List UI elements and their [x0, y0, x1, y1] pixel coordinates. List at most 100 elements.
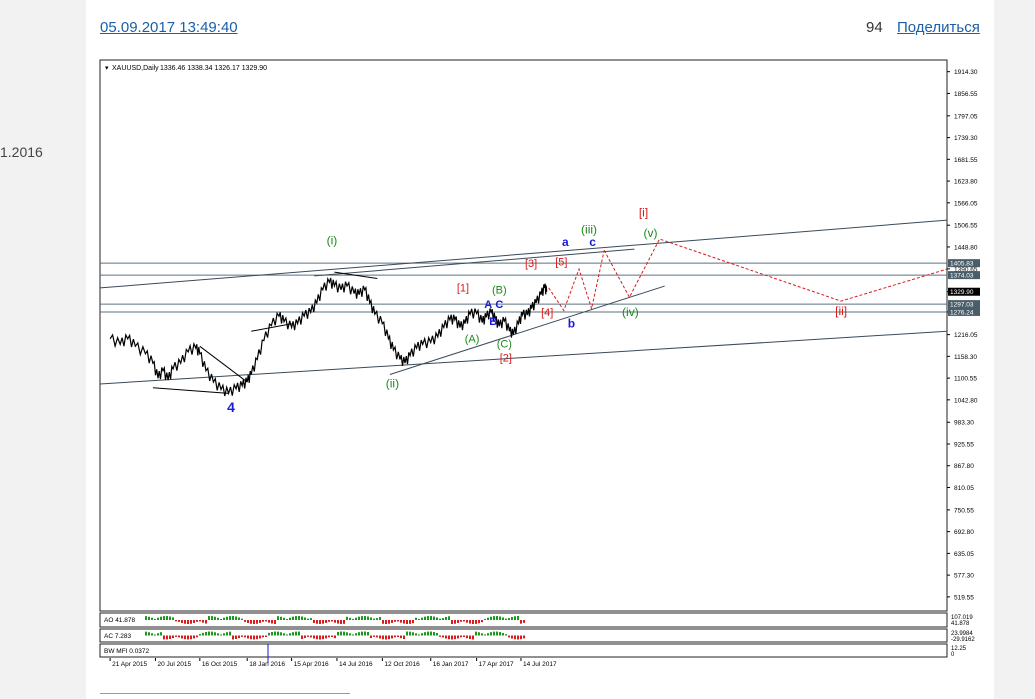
indicator-bar — [265, 620, 267, 622]
indicator-bar — [217, 633, 219, 636]
indicator-bar — [310, 635, 312, 638]
indicator-bar — [319, 635, 321, 640]
indicator-bar — [190, 620, 192, 624]
indicator-bar — [289, 633, 291, 636]
indicator-bar — [166, 635, 168, 640]
y-tick-label: 1623.80 — [954, 179, 978, 186]
indicator-bar — [457, 620, 459, 623]
indicator-bar — [520, 635, 522, 640]
indicator-bar — [283, 617, 285, 620]
indicator-bar — [454, 635, 456, 640]
level-tag-label: 1297.03 — [950, 302, 974, 309]
indicator-bar — [352, 618, 354, 620]
indicator-bar — [262, 635, 264, 638]
x-tick-label: 14 Jul 2016 — [339, 661, 373, 668]
indicator-bar — [358, 616, 360, 620]
indicator-bar — [151, 633, 153, 636]
indicator-bar — [412, 632, 414, 636]
indicator-bar — [202, 620, 204, 623]
indicator-bar — [253, 635, 255, 640]
indicator-bar — [409, 631, 411, 636]
indicator-bar — [166, 616, 168, 620]
x-tick-label: 20 Jul 2015 — [157, 661, 191, 668]
indicator-bar — [361, 631, 363, 636]
indicator-bar — [238, 635, 240, 639]
indicator-bar — [430, 631, 432, 636]
indicator-bar — [433, 616, 435, 620]
indicator-bar — [388, 620, 390, 624]
indicator-bar — [196, 620, 198, 622]
x-tick-label: 16 Jan 2017 — [433, 661, 469, 668]
indicator-bar — [187, 635, 189, 640]
indicator-bar — [361, 616, 363, 620]
indicator-bar — [484, 618, 486, 620]
indicator-bar — [304, 635, 306, 639]
x-tick-label: 14 Jul 2017 — [523, 661, 557, 668]
level-tag-label: 1276.24 — [950, 309, 974, 316]
indicator-bar — [193, 620, 195, 623]
wave-label: [ii] — [835, 304, 847, 318]
indicator-bar — [397, 620, 399, 622]
indicator-bar — [412, 620, 414, 624]
x-tick-label: 15 Apr 2016 — [294, 661, 329, 668]
indicator-bar — [247, 620, 249, 623]
indicator-bar — [445, 616, 447, 620]
indicator-bar — [193, 635, 195, 639]
indicator-bar — [499, 616, 501, 620]
indicator-bar — [238, 617, 240, 620]
indicator-label: AC 7.283 — [104, 633, 131, 640]
indicator-bar — [490, 632, 492, 636]
indicator-bar — [421, 617, 423, 620]
indicator-bar — [403, 620, 405, 624]
indicator-scale-mid: 41.878 — [951, 621, 970, 627]
indicator-bar — [517, 635, 519, 640]
indicator-bar — [442, 635, 444, 638]
indicator-bar — [394, 620, 396, 622]
chart-title: XAUUSD,Daily — [112, 65, 159, 72]
indicator-bar — [322, 620, 324, 624]
indicator-bar — [487, 633, 489, 636]
indicator-bar — [319, 620, 321, 624]
indicator-bar — [271, 631, 273, 636]
y-tick-label: 1856.55 — [954, 91, 978, 98]
indicator-bar — [289, 617, 291, 620]
indicator-bar — [469, 635, 471, 640]
indicator-bar — [400, 620, 402, 623]
indicator-bar — [478, 620, 480, 624]
indicator-bar — [325, 635, 327, 639]
indicator-bar — [256, 620, 258, 624]
indicator-bar — [499, 632, 501, 636]
indicator-bar — [154, 618, 156, 620]
indicator-bar — [295, 631, 297, 636]
indicator-bar — [424, 632, 426, 636]
indicator-bar — [196, 635, 198, 638]
y-tick-label: 1566.05 — [954, 200, 978, 207]
indicator-bar — [337, 631, 339, 636]
x-tick-label: 16 Oct 2015 — [202, 661, 238, 668]
indicator-bar — [394, 635, 396, 638]
indicator-bar — [460, 620, 462, 622]
y-tick-label: 1739.30 — [954, 135, 978, 142]
indicator-bar — [475, 631, 477, 636]
indicator-bar — [439, 618, 441, 620]
indicator-bar — [478, 632, 480, 636]
indicator-bar — [205, 631, 207, 636]
indicator-scale-mid: -29.9162 — [951, 637, 975, 643]
indicator-bar — [304, 617, 306, 620]
indicator-bar — [415, 633, 417, 636]
level-tag-label: 1374.03 — [950, 273, 974, 280]
indicator-bar — [379, 635, 381, 639]
indicator-bar — [433, 632, 435, 636]
indicator-bar — [322, 635, 324, 640]
indicator-bar — [211, 631, 213, 636]
indicator-bar — [163, 635, 165, 640]
indicator-bar — [418, 618, 420, 620]
indicator-bar — [226, 616, 228, 620]
indicator-bar — [502, 617, 504, 620]
indicator-bar — [493, 616, 495, 620]
chart-frame — [99, 59, 948, 612]
indicator-bar — [310, 618, 312, 620]
indicator-panel — [99, 643, 948, 658]
indicator-bar — [244, 635, 246, 638]
indicator-bar — [340, 631, 342, 636]
